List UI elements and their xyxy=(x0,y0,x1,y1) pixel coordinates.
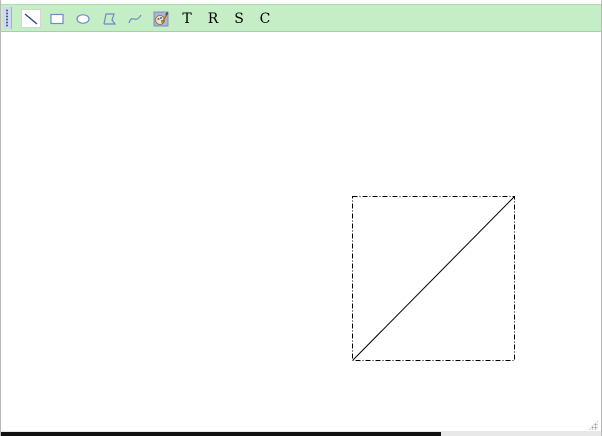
text-tool-button[interactable]: T xyxy=(177,9,197,28)
ellipse-tool-button[interactable] xyxy=(73,9,93,28)
drawing-toolbar: T R S C xyxy=(1,4,601,32)
rotate-tool-button[interactable]: R xyxy=(203,9,223,28)
clear-tool-label: C xyxy=(259,10,271,27)
palette-icon xyxy=(153,11,169,26)
canvas-svg xyxy=(352,196,515,361)
line-icon xyxy=(24,12,38,25)
rotate-tool-label: R xyxy=(207,10,219,27)
polygon-icon xyxy=(103,12,117,25)
polygon-tool-button[interactable] xyxy=(99,9,119,28)
scale-tool-label: S xyxy=(234,10,244,27)
app-window: T R S C xyxy=(0,0,602,436)
horizontal-scrollbar[interactable] xyxy=(1,431,601,436)
text-tool-label: T xyxy=(182,10,192,27)
curve-tool-button[interactable] xyxy=(125,9,145,28)
toolbar-grip-handle[interactable] xyxy=(3,7,12,29)
clear-tool-button[interactable]: C xyxy=(255,9,275,28)
ellipse-icon xyxy=(76,13,90,24)
rectangle-tool-button[interactable] xyxy=(47,9,67,28)
curve-icon xyxy=(128,14,142,23)
scrollbar-thumb[interactable] xyxy=(1,432,441,436)
drawing-canvas[interactable] xyxy=(1,33,601,431)
palette-tool-button[interactable] xyxy=(151,9,171,28)
line-tool-button[interactable] xyxy=(21,9,41,28)
rectangle-icon xyxy=(50,13,64,24)
scale-tool-button[interactable]: S xyxy=(229,9,249,28)
drawn-line-shape[interactable] xyxy=(352,196,515,361)
